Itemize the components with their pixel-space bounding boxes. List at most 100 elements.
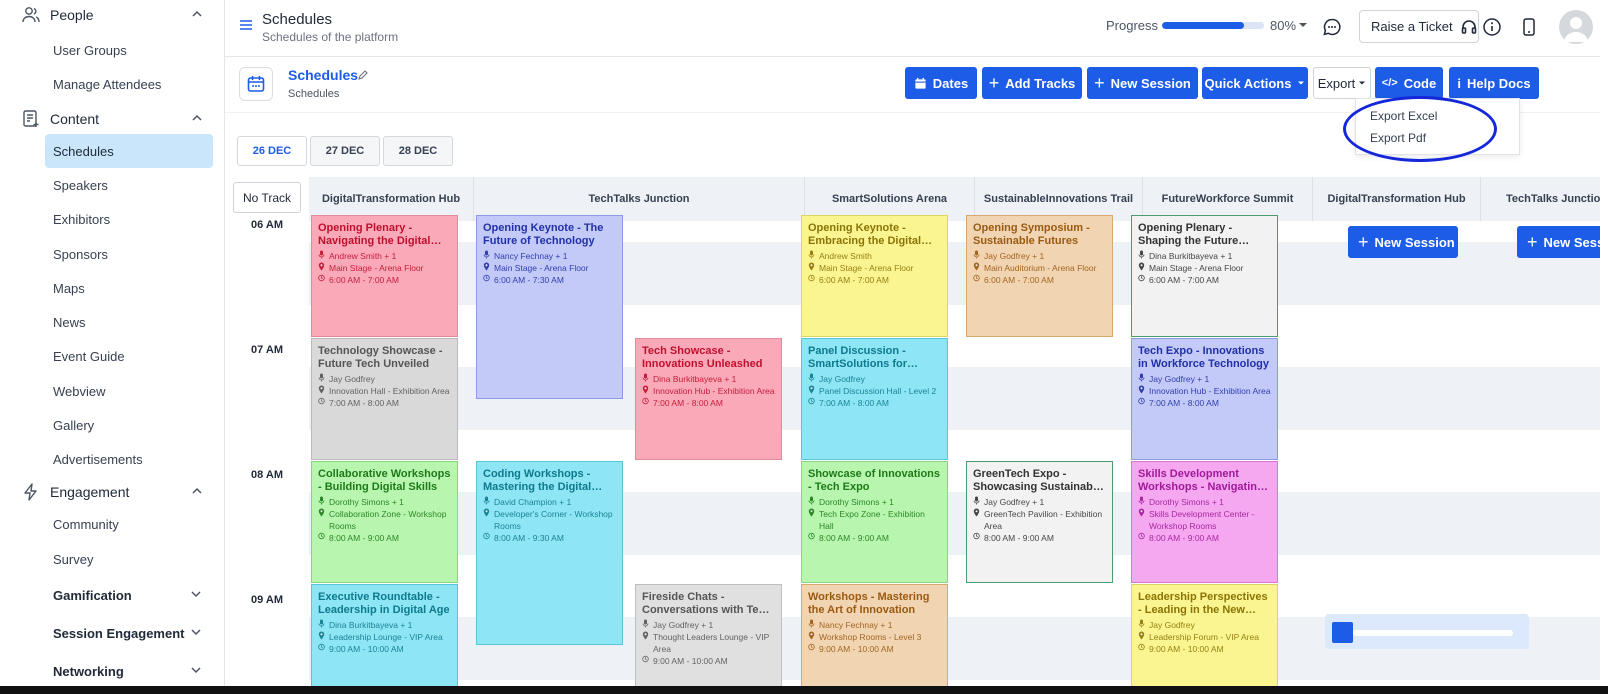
- session-speaker-text: Dorothy Simons + 1: [1149, 497, 1224, 507]
- sidebar-item-sponsors[interactable]: Sponsors: [45, 237, 213, 271]
- sidebar-group-content[interactable]: Content: [20, 106, 210, 132]
- session-card[interactable]: Executive Roundtable - Leadership in Dig…: [311, 584, 458, 694]
- session-location: Main Stage - Arena Floor: [808, 262, 941, 274]
- session-card[interactable]: Technology Showcase - Future Tech Unveil…: [311, 338, 458, 460]
- menu-icon[interactable]: [239, 18, 253, 37]
- lightning-icon: [20, 481, 42, 503]
- sidebar-item-news[interactable]: News: [45, 305, 213, 339]
- session-card[interactable]: Collaborative Workshops - Building Digit…: [311, 461, 458, 583]
- session-card[interactable]: Opening Keynote - Embracing the Digital …: [801, 215, 948, 337]
- scroll-thumb[interactable]: [1332, 622, 1353, 643]
- caret-down-icon[interactable]: [1297, 18, 1309, 37]
- sidebar-subgroup-session-engagement[interactable]: Session Engagement: [45, 618, 213, 648]
- session-card[interactable]: GreenTech Expo - Showcasing Sustainable …: [966, 461, 1113, 583]
- avatar[interactable]: [1559, 10, 1593, 44]
- session-title: Tech Showcase - Innovations Unleashed: [642, 345, 763, 370]
- session-location: Panel Discussion Hall - Level 2: [808, 385, 941, 397]
- session-card[interactable]: Opening Keynote - The Future of Technolo…: [476, 215, 623, 399]
- session-card[interactable]: Skills Development Workshops - Navigatin…: [1131, 461, 1278, 583]
- session-card[interactable]: Opening Plenary - Navigating the Digital…: [311, 215, 458, 337]
- location-pin-icon: [808, 262, 815, 274]
- session-speaker-text: Jay Godfrey + 1: [984, 497, 1045, 507]
- chevron-down-icon: [189, 663, 203, 680]
- session-card[interactable]: Panel Discussion - SmartSolutions for To…: [801, 338, 948, 460]
- sidebar-item-manage-attendees[interactable]: Manage Attendees: [45, 67, 213, 101]
- session-card[interactable]: Tech Expo - Innovations in Workforce Tec…: [1131, 338, 1278, 460]
- session-card[interactable]: Fireside Chats - Conversations with Tech…: [635, 584, 782, 694]
- date-tab-28-dec[interactable]: 28 DEC: [383, 136, 453, 166]
- dates-button[interactable]: Dates: [905, 67, 977, 99]
- plus-icon: +: [1527, 232, 1538, 252]
- session-card[interactable]: Opening Symposium - Sustainable Futures J…: [966, 215, 1113, 337]
- sidebar-subgroup-networking[interactable]: Networking: [45, 656, 213, 686]
- schedule-grid: No Track DigitalTransformation Hub TechT…: [225, 113, 1608, 694]
- no-track-button[interactable]: No Track: [233, 182, 301, 213]
- sidebar-item-user-groups[interactable]: User Groups: [45, 33, 213, 67]
- sidebar-item-event-guide[interactable]: Event Guide: [45, 339, 213, 373]
- sidebar-item-community[interactable]: Community: [45, 507, 213, 541]
- session-location: Leadership Lounge - VIP Area: [318, 631, 451, 643]
- new-session-slot-label: New Session: [1543, 234, 1608, 250]
- session-card[interactable]: Opening Plenary - Shaping the Future Wor…: [1131, 215, 1278, 337]
- info-icon[interactable]: [1481, 16, 1503, 38]
- date-tab-26-dec[interactable]: 26 DEC: [237, 136, 307, 166]
- chevron-up-icon: [190, 111, 204, 130]
- session-speaker: Nancy Fechnay + 1: [483, 250, 616, 262]
- session-card[interactable]: Coding Workshops - Mastering the Digital…: [476, 461, 623, 645]
- session-speaker-text: Nancy Fechnay + 1: [494, 251, 568, 261]
- time-label: 08 AM: [251, 469, 283, 481]
- quick-actions-button[interactable]: Quick Actions: [1202, 67, 1308, 99]
- add-tracks-button[interactable]: + Add Tracks: [982, 67, 1082, 99]
- session-card[interactable]: Leadership Perspectives - Leading in the…: [1131, 584, 1278, 694]
- sidebar-subgroup-label: Session Engagement: [53, 625, 185, 641]
- session-title: Tech Expo - Innovations in Workforce Tec…: [1138, 345, 1269, 370]
- session-time-text: 7:00 AM - 8:00 AM: [653, 398, 723, 408]
- session-time: 8:00 AM - 9:00 AM: [1138, 532, 1271, 544]
- session-time: 7:00 AM - 8:00 AM: [1138, 397, 1271, 409]
- clock-icon: [318, 643, 325, 655]
- sidebar-group-people[interactable]: People: [20, 2, 210, 28]
- microphone-icon: [808, 619, 815, 631]
- location-pin-icon: [1138, 631, 1145, 643]
- session-card[interactable]: Workshops - Mastering the Art of Innovat…: [801, 584, 948, 694]
- sidebar-item-survey[interactable]: Survey: [45, 542, 213, 576]
- sidebar-item-maps[interactable]: Maps: [45, 271, 213, 305]
- sidebar-item-gallery[interactable]: Gallery: [45, 408, 213, 442]
- calendar-icon: [239, 67, 273, 101]
- sidebar-item-speakers[interactable]: Speakers: [45, 168, 213, 202]
- new-session-slot-button[interactable]: + New Session: [1348, 226, 1458, 258]
- session-card[interactable]: Tech Showcase - Innovations Unleashed Din…: [635, 338, 782, 460]
- code-label: Code: [1403, 75, 1437, 91]
- raise-ticket-button[interactable]: Raise a Ticket: [1359, 10, 1479, 43]
- session-time-text: 6:00 AM - 7:30 AM: [494, 275, 564, 285]
- session-location: Innovation Hub - Exhibition Area: [1138, 385, 1271, 397]
- location-pin-icon: [1138, 508, 1145, 532]
- session-location: Innovation Hall - Exhibition Area: [318, 385, 451, 397]
- sidebar-item-webview[interactable]: Webview: [45, 374, 213, 408]
- sidebar-item-advertisements[interactable]: Advertisements: [45, 442, 213, 476]
- session-speaker: Dina Burkitbayeva + 1: [1138, 250, 1271, 262]
- session-card[interactable]: Showcase of Innovations - Tech Expo Dorot…: [801, 461, 948, 583]
- mobile-icon[interactable]: [1518, 16, 1540, 38]
- code-button[interactable]: </> Code: [1375, 67, 1443, 99]
- sidebar-subgroup-gamification[interactable]: Gamification: [45, 580, 213, 610]
- new-session-button[interactable]: + New Session: [1087, 67, 1198, 99]
- session-title: Skills Development Workshops - Navigatin…: [1138, 468, 1264, 493]
- session-location: Main Stage - Arena Floor: [483, 262, 616, 274]
- session-speaker-text: Jay Godfrey + 1: [1149, 374, 1210, 384]
- new-session-slot-button[interactable]: + New Session: [1517, 226, 1608, 258]
- session-time: 8:00 AM - 9:30 AM: [483, 532, 616, 544]
- session-time: 9:00 AM - 10:00 AM: [1138, 643, 1271, 655]
- sidebar-group-label: Content: [50, 111, 100, 127]
- help-docs-button[interactable]: i Help Docs: [1449, 67, 1539, 99]
- add-tracks-label: Add Tracks: [1005, 75, 1076, 91]
- clock-icon: [318, 532, 325, 544]
- chat-icon[interactable]: [1321, 16, 1343, 38]
- sidebar-item-schedules[interactable]: Schedules: [45, 134, 213, 168]
- progress-bar: [1162, 22, 1264, 29]
- export-button[interactable]: Export: [1313, 67, 1371, 99]
- date-tab-27-dec[interactable]: 27 DEC: [310, 136, 380, 166]
- sidebar-group-engagement[interactable]: Engagement: [20, 479, 210, 505]
- sidebar-item-exhibitors[interactable]: Exhibitors: [45, 202, 213, 236]
- edit-icon[interactable]: [357, 68, 369, 86]
